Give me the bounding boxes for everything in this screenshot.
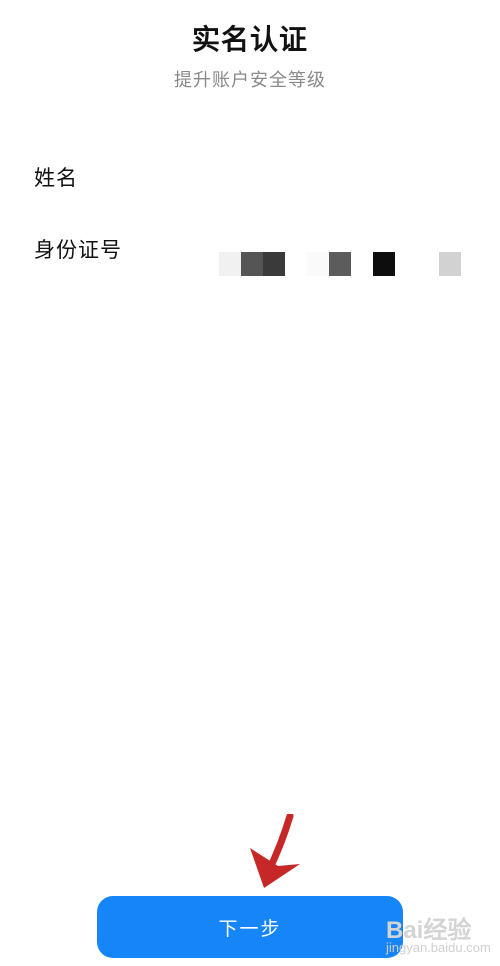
next-step-button[interactable]: 下一步 — [97, 896, 403, 958]
name-row: 姓名 — [0, 152, 500, 202]
page-title: 实名认证 — [191, 23, 308, 56]
masked-block — [373, 252, 395, 276]
name-label: 姓名 — [34, 166, 78, 190]
masked-block — [219, 252, 241, 276]
annotation-arrow-icon — [250, 814, 300, 888]
id-number-label: 身份证号 — [34, 238, 122, 262]
page-subtitle: 提升账户安全等级 — [174, 70, 326, 91]
masked-block — [263, 252, 285, 276]
masked-block — [241, 252, 263, 276]
id-number-row: 身份证号 — [0, 224, 500, 276]
masked-block — [307, 252, 329, 276]
id-number-input[interactable] — [215, 236, 470, 276]
masked-block — [329, 252, 351, 276]
name-input[interactable] — [215, 164, 470, 196]
masked-block — [439, 252, 461, 276]
